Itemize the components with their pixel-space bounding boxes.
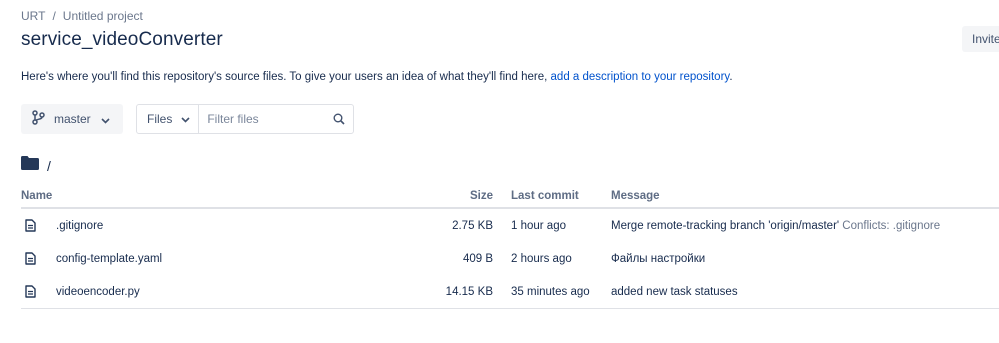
commit-message-text: Merge remote-tracking branch 'origin/mas… xyxy=(611,219,840,232)
file-size: 2.75 KB xyxy=(452,219,493,232)
repository-source-page: URT / Untitled project service_videoConv… xyxy=(0,0,999,343)
file-filter-group: Files xyxy=(136,104,354,134)
file-name-link[interactable]: videoencoder.py xyxy=(56,286,140,298)
file-commit-message: Merge remote-tracking branch 'origin/mas… xyxy=(611,208,999,242)
breadcrumb-separator: / xyxy=(52,9,56,23)
invite-button[interactable]: Invite xyxy=(962,26,999,52)
description-trailing: . xyxy=(729,71,733,83)
file-icon xyxy=(25,285,38,298)
commit-message-text: added new task statuses xyxy=(611,285,738,298)
file-name-link[interactable]: .gitignore xyxy=(56,220,103,232)
branch-label: master xyxy=(54,112,91,126)
add-description-link[interactable]: add a description to your repository xyxy=(551,71,730,83)
file-last-commit: 2 hours ago xyxy=(511,252,572,265)
column-header-message: Message xyxy=(611,184,999,209)
commit-message-extra: Conflicts: .gitignore xyxy=(842,219,941,232)
files-select-value: Files xyxy=(147,112,173,126)
table-row[interactable]: config-template.yaml 409 B 2 hours ago Ф… xyxy=(21,242,999,275)
file-last-commit: 1 hour ago xyxy=(511,219,566,232)
filter-files-input[interactable] xyxy=(199,105,325,133)
column-header-name: Name xyxy=(21,184,435,209)
file-last-commit: 35 minutes ago xyxy=(511,275,611,309)
current-path: / xyxy=(21,156,51,175)
table-row[interactable]: .gitignore 2.75 KB 1 hour ago Merge remo… xyxy=(21,208,999,242)
file-name-cell: config-template.yaml xyxy=(21,242,435,275)
branch-selector-button[interactable]: master xyxy=(21,104,123,134)
chevron-down-icon xyxy=(101,112,110,127)
files-type-select[interactable]: Files xyxy=(137,105,200,133)
page-title: service_videoConverter xyxy=(21,29,223,50)
chevron-down-icon xyxy=(181,112,190,126)
file-name-link[interactable]: config-template.yaml xyxy=(56,253,162,265)
folder-icon xyxy=(21,156,39,175)
breadcrumb-workspace-link[interactable]: URT xyxy=(21,9,45,23)
commit-message-text: Файлы настройки xyxy=(611,252,706,265)
file-commit-message: added new task statuses xyxy=(611,275,999,309)
description-text: Here's where you'll find this repository… xyxy=(21,71,551,83)
file-size: 409 B xyxy=(462,252,493,265)
table-row[interactable]: videoencoder.py 14.15 KB 35 minutes ago … xyxy=(21,275,999,309)
path-root[interactable]: / xyxy=(47,158,51,174)
file-icon xyxy=(25,252,38,265)
branch-icon xyxy=(32,110,45,128)
search-icon[interactable] xyxy=(325,113,353,125)
repository-description: Here's where you'll find this repository… xyxy=(21,71,733,83)
table-header-row: Name Size Last commit Message xyxy=(21,184,999,209)
file-name-cell: .gitignore xyxy=(21,208,435,242)
file-size: 14.15 KB xyxy=(435,275,511,309)
file-name-cell: videoencoder.py xyxy=(21,275,435,309)
files-table: Name Size Last commit Message .gitignore… xyxy=(21,184,999,309)
file-icon xyxy=(25,219,38,232)
file-commit-message: Файлы настройки xyxy=(611,242,999,275)
breadcrumb-project-link[interactable]: Untitled project xyxy=(63,9,143,23)
breadcrumb: URT / Untitled project xyxy=(21,9,143,23)
column-header-last-commit: Last commit xyxy=(511,184,611,209)
column-header-size: Size xyxy=(435,184,511,209)
